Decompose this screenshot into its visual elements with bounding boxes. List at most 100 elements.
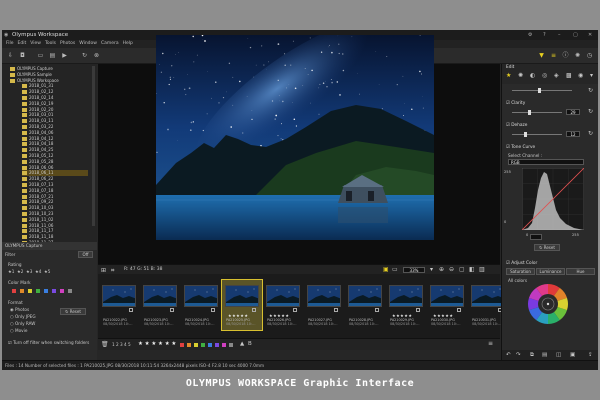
exposure-reset-icon[interactable]: ↻: [588, 87, 593, 94]
tone-curve-reset-button[interactable]: ↻ Reset: [534, 244, 560, 251]
screen-fit-icon[interactable]: ▭: [392, 266, 398, 273]
dehaze-reset-icon[interactable]: ↻: [588, 130, 593, 137]
highlight-warning-icon[interactable]: ▣: [383, 266, 389, 273]
menu-item-window[interactable]: Window: [79, 41, 97, 46]
menu-item-camera[interactable]: Camera: [101, 41, 119, 46]
history-icon[interactable]: ◷: [585, 51, 594, 60]
dehaze-value[interactable]: 12: [566, 131, 580, 137]
redo-icon[interactable]: ↷: [516, 352, 521, 358]
rating-filter-item[interactable]: ★5: [44, 269, 50, 274]
thumbnail-checkbox[interactable]: [252, 308, 256, 312]
zoom-field[interactable]: 33%: [403, 267, 425, 273]
clarity-slider-knob[interactable]: [528, 110, 531, 115]
filter-icon[interactable]: ▼: [537, 51, 546, 60]
adjust-light-icon[interactable]: ✺: [518, 72, 523, 79]
navigator-icon[interactable]: ◧: [469, 266, 475, 273]
fit-icon[interactable]: ⊞: [101, 267, 106, 274]
folder-tree-scrollbar[interactable]: [92, 66, 95, 226]
compare-icon[interactable]: ◫: [556, 352, 561, 358]
clarity-reset-icon[interactable]: ↻: [588, 108, 593, 115]
undo-icon[interactable]: ↶: [506, 352, 511, 358]
filmstrip-thumbnail[interactable]: ★★★★★ PA210029.JPG 08/30/2018 10:…: [386, 280, 426, 330]
filmstrip-thumbnail[interactable]: PA210024.JPG 08/30/2018 10:…: [181, 280, 221, 330]
rating-number-icons[interactable]: 1 2 3 4 5: [112, 342, 131, 347]
color-mark-swatch[interactable]: [28, 289, 32, 293]
dehaze-slider-track[interactable]: [512, 134, 562, 135]
thumbnail-checkbox[interactable]: [129, 308, 133, 312]
zoom-in-icon[interactable]: ⊕: [439, 266, 444, 273]
color-wheel[interactable]: [526, 282, 570, 326]
filmstrip-thumbnail[interactable]: PA210022.JPG 08/30/2018 10:…: [99, 280, 139, 330]
filmstrip-menu-icon[interactable]: ≡: [488, 340, 493, 347]
import-icon[interactable]: ⇩: [6, 51, 15, 60]
color-mark-swatch[interactable]: [52, 289, 56, 293]
filter-reset-button[interactable]: ↻ Reset: [60, 308, 86, 315]
rotate-icon[interactable]: ↻: [80, 51, 89, 60]
clarity-slider-track[interactable]: [512, 112, 562, 113]
layout-icon[interactable]: ▤: [48, 51, 57, 60]
save-icon[interactable]: ▣: [570, 352, 575, 358]
help-icon[interactable]: ?: [543, 32, 546, 38]
menu-item-help[interactable]: Help: [123, 41, 133, 46]
menu-item-tools[interactable]: Tools: [45, 41, 56, 46]
color-mark-swatch[interactable]: [44, 289, 48, 293]
more-icon[interactable]: ▾: [590, 72, 593, 79]
clarity-section[interactable]: ☑ Clarity: [506, 101, 525, 106]
rating-filter-item[interactable]: ★4: [35, 269, 41, 274]
channel-select[interactable]: RGB: [508, 159, 584, 165]
export-icon[interactable]: ⇪: [588, 352, 593, 358]
format-option[interactable]: ◉ Photos: [10, 307, 29, 312]
filmstrip-color-swatch[interactable]: [201, 343, 205, 347]
thumbnail-checkbox[interactable]: [416, 308, 420, 312]
compare-icon[interactable]: ▭: [36, 51, 45, 60]
adjust-icon[interactable]: ✺: [573, 51, 582, 60]
filmstrip-color-swatch[interactable]: [222, 343, 226, 347]
thumbnail-checkbox[interactable]: [457, 308, 461, 312]
zoom-out-icon[interactable]: ⊖: [449, 266, 454, 273]
menu-item-file[interactable]: File: [6, 41, 14, 46]
adjust-color-tab[interactable]: Hue: [566, 268, 595, 275]
close-icon[interactable]: ✕: [588, 32, 592, 38]
format-option[interactable]: ○ Only JPEG: [10, 314, 36, 319]
zoom-dropdown-icon[interactable]: ▾: [430, 266, 433, 273]
exposure-slider-knob[interactable]: [538, 88, 541, 93]
sharpness-icon[interactable]: ◈: [554, 72, 559, 79]
thumbnail-checkbox[interactable]: [375, 308, 379, 312]
color-mark-swatch[interactable]: [36, 289, 40, 293]
dehaze-section[interactable]: ☑ Dehaze: [506, 123, 527, 128]
camera-icon[interactable]: ◘: [18, 51, 27, 60]
art-filter-icon[interactable]: ◎: [542, 72, 547, 79]
filmstrip-color-swatch[interactable]: [208, 343, 212, 347]
filmstrip-thumbnail[interactable]: ★★★★★ PA210026.JPG 08/30/2018 10:…: [263, 280, 303, 330]
dehaze-slider-knob[interactable]: [524, 132, 527, 137]
adjust-color-tab[interactable]: Saturation: [506, 268, 535, 275]
color-mark-swatch[interactable]: [20, 289, 24, 293]
copy-settings-icon[interactable]: ⧉: [530, 352, 534, 359]
thumbnail-checkbox[interactable]: [334, 308, 338, 312]
adjust-color-section[interactable]: ☑ Adjust Color: [506, 261, 537, 266]
histogram-icon[interactable]: ▥: [479, 266, 485, 273]
filmstrip-thumbnail[interactable]: PA210023.JPG 08/30/2018 10:…: [140, 280, 180, 330]
filter-toggle[interactable]: Off: [78, 251, 93, 258]
adjust-color-tab[interactable]: Luminance: [536, 268, 565, 275]
menu-item-photos[interactable]: Photos: [60, 41, 75, 46]
thumbnail-checkbox[interactable]: [293, 308, 297, 312]
minimize-icon[interactable]: –: [558, 32, 561, 38]
turn-off-filter-option[interactable]: ☑ Turn off filter when switching folders: [8, 340, 89, 345]
filmstrip-color-swatch[interactable]: [180, 343, 184, 347]
thumbnail-checkbox[interactable]: [211, 308, 215, 312]
main-photo[interactable]: [156, 35, 434, 240]
format-option[interactable]: ○ Movie: [10, 328, 27, 333]
eye-icon[interactable]: ◉: [578, 72, 583, 79]
filmstrip-color-swatch[interactable]: [194, 343, 198, 347]
filmstrip-color-swatch[interactable]: [229, 343, 233, 347]
filmstrip-thumbnail[interactable]: ★★★★★ PA210030.JPG 08/30/2018 10:…: [427, 280, 467, 330]
filmstrip-color-swatch[interactable]: [187, 343, 191, 347]
settings-icon[interactable]: ⚙: [528, 32, 532, 38]
maximize-icon[interactable]: ▢: [573, 32, 578, 38]
menu-item-view[interactable]: View: [30, 41, 41, 46]
filmstrip-thumbnail[interactable]: ★★★★★ PA210025.JPG 08/30/2018 10:…: [221, 279, 263, 331]
filmstrip-thumbnail[interactable]: PA210028.JPG 08/30/2018 10:…: [345, 280, 385, 330]
wb-icon[interactable]: ◐: [530, 72, 535, 79]
filmstrip-color-swatch[interactable]: [215, 343, 219, 347]
